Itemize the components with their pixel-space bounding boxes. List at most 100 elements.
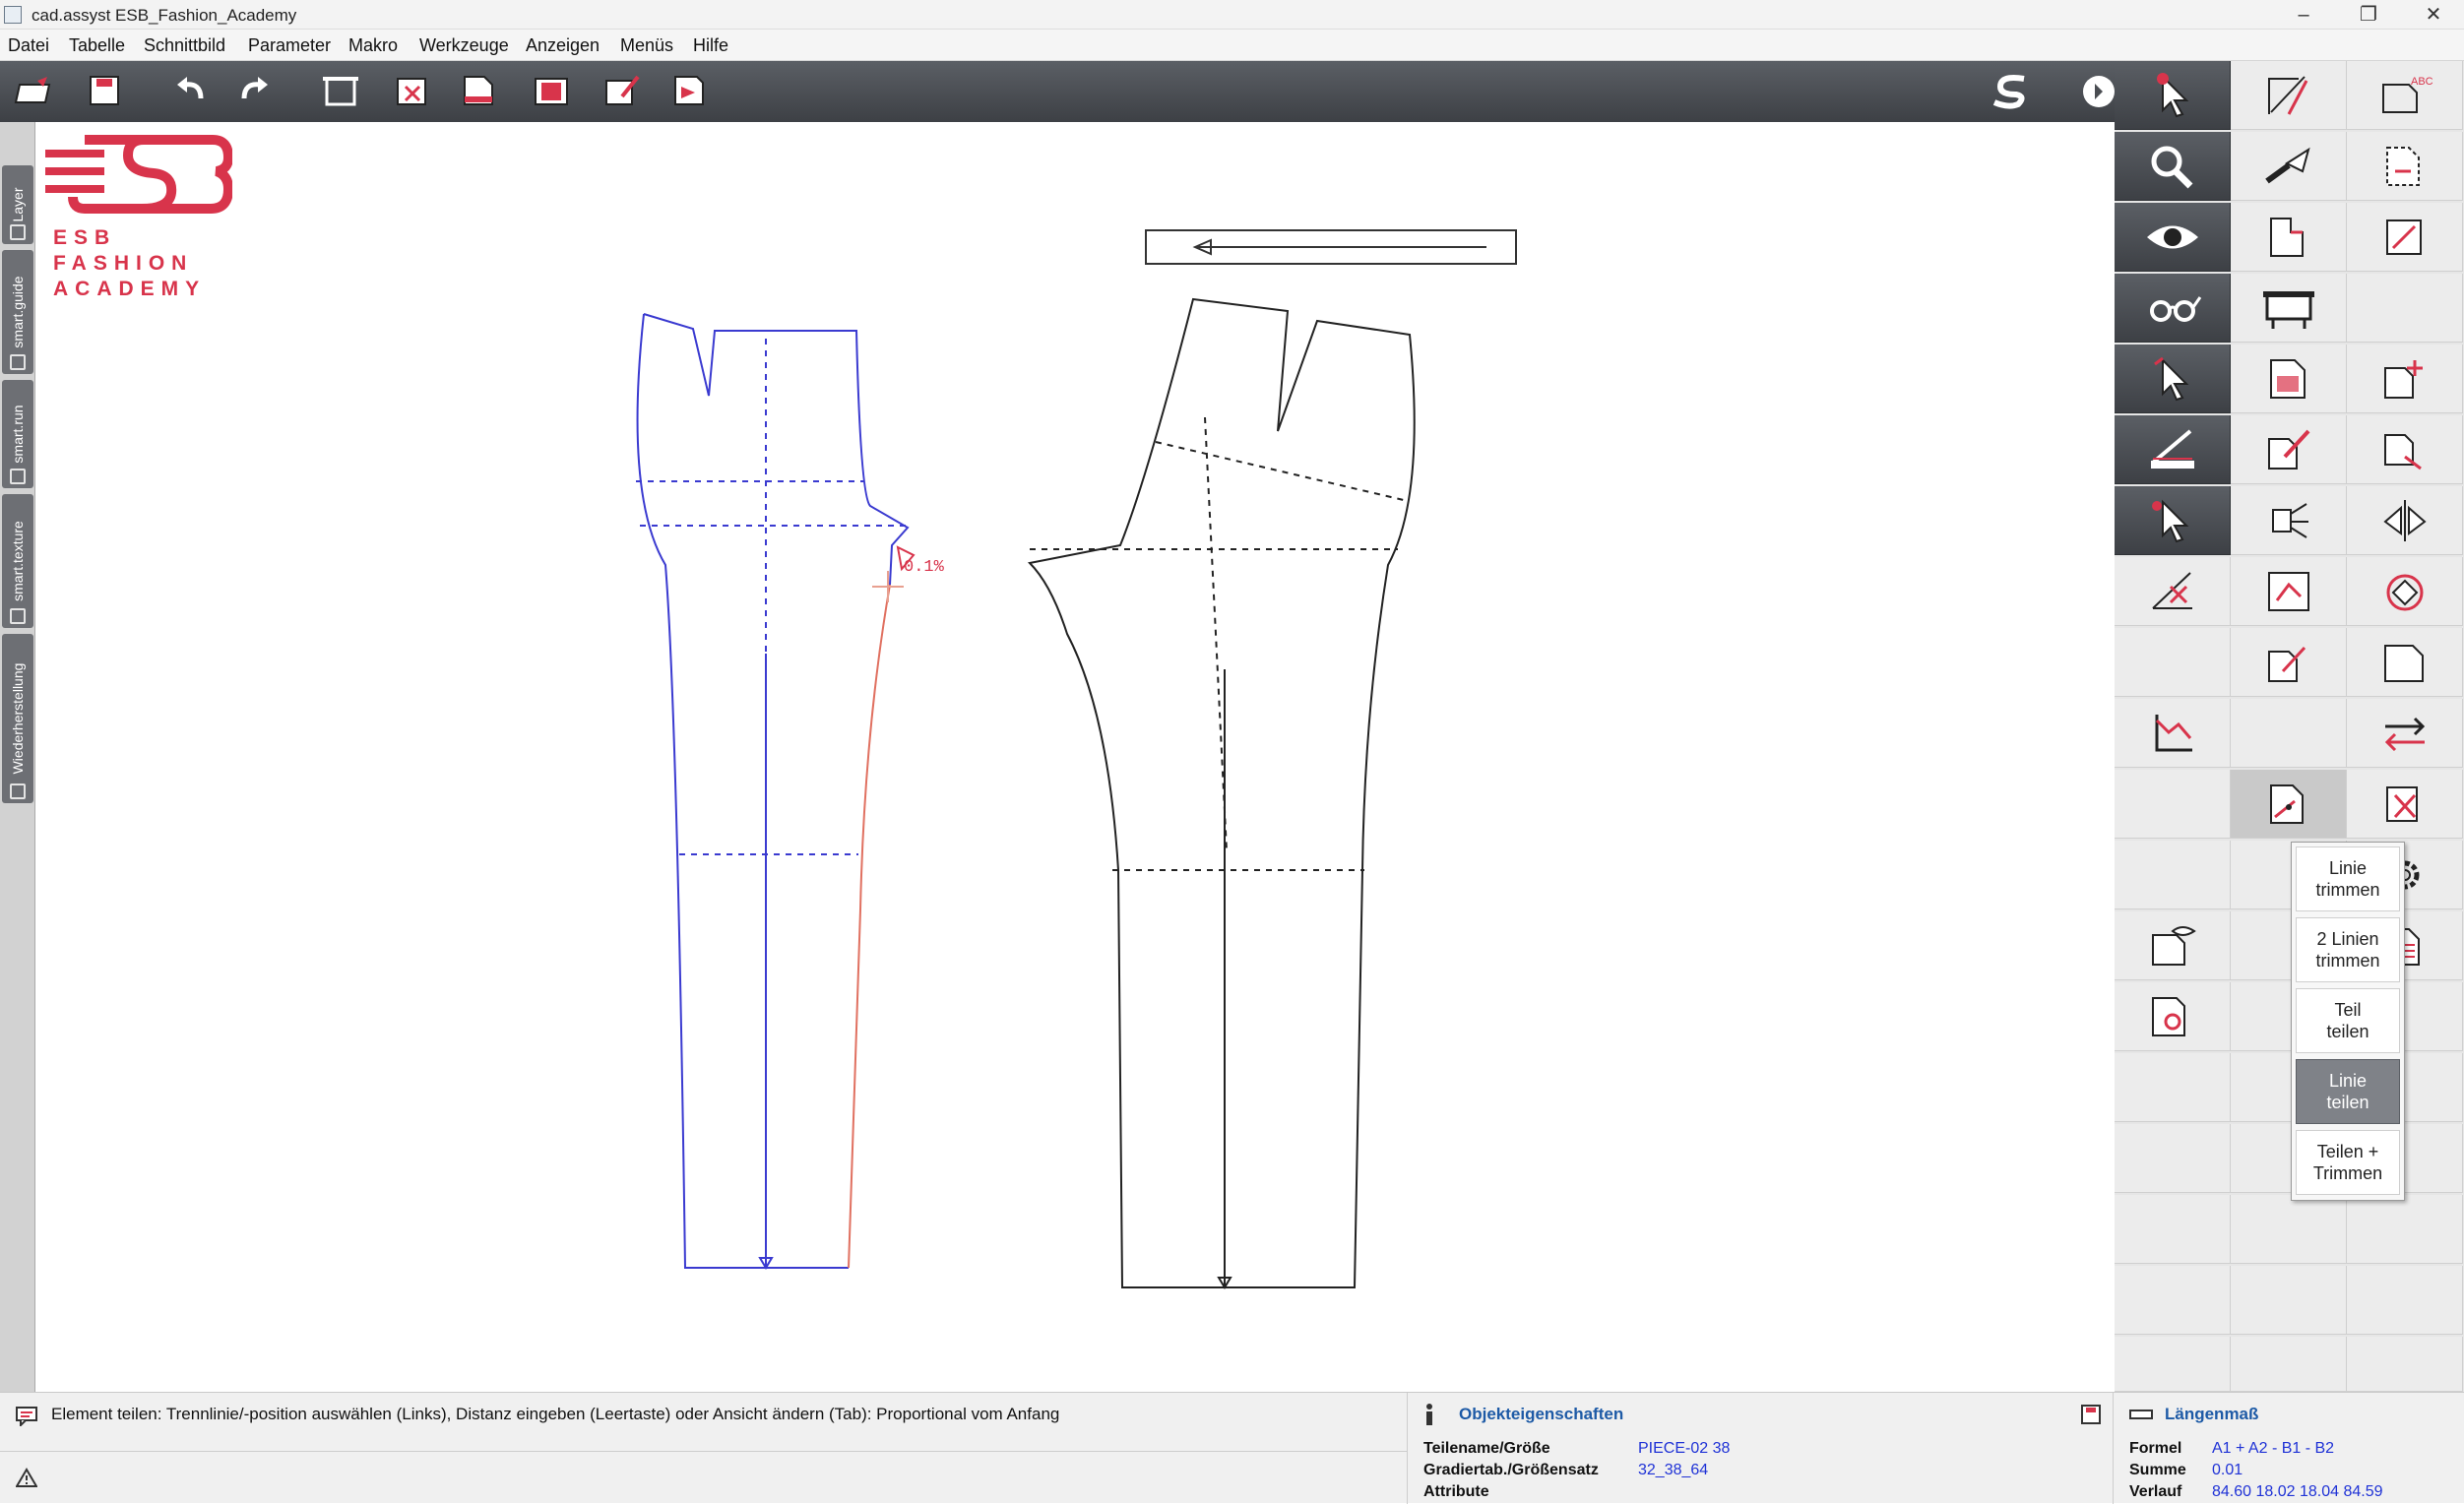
swap-tool[interactable] [2347,699,2463,768]
save-icon [90,76,119,105]
menu-datei[interactable]: Datei [8,35,49,56]
popup-teil-teilen[interactable]: Teil teilen [2296,988,2400,1053]
status-bar: Element teilen: Trennlinie/-position aus… [0,1392,2464,1504]
open-folder-button[interactable] [10,69,57,114]
len-label-verlauf: Verlauf [2129,1483,2182,1500]
tab-smart-texture[interactable]: smart.texture [2,494,33,628]
menu-schnittbild[interactable]: Schnittbild [144,35,225,56]
empty-tool-slot [2115,1124,2231,1193]
brush-icon [2265,147,2310,184]
menu-bar: Datei Tabelle Schnittbild Parameter Makr… [0,30,2464,61]
popup-2-linien-trimmen[interactable]: 2 Linien trimmen [2296,917,2400,982]
close-button[interactable]: ✕ [2404,0,2463,30]
piece-rotate-tool[interactable] [2231,557,2347,626]
swap-arrows-icon [2384,717,2426,752]
plotter-tool[interactable] [2231,274,2347,343]
measure-tool[interactable] [2115,415,2231,484]
panel-toggle-button[interactable] [2071,69,2115,114]
mirror-icon [2383,500,2427,541]
restore-button[interactable]: ❐ [2339,0,2398,30]
front-piece-outline-top[interactable] [643,313,910,586]
smart-logo-button[interactable] [1987,69,2034,114]
piece-table-button[interactable] [455,69,502,114]
piece-scale-tool[interactable] [2347,203,2463,272]
drawing-canvas[interactable]: ESB FASHION ACADEMY 0.1% [35,122,2115,1392]
piece-branch-tool[interactable] [2231,486,2347,555]
menu-parameter[interactable]: Parameter [248,35,331,56]
piece-pen-icon [2268,429,2310,470]
menu-anzeigen[interactable]: Anzeigen [526,35,600,56]
tool-panel: ABC [2115,61,2464,1392]
point-select-tool[interactable] [2115,345,2231,413]
menu-makro[interactable]: Makro [348,35,398,56]
front-piece-split-line[interactable] [848,584,891,1269]
frame-button[interactable] [317,69,364,114]
menu-menues[interactable]: Menüs [620,35,673,56]
corner-tool[interactable] [2115,699,2231,768]
piece-cut-tool[interactable] [2347,770,2463,839]
piece-dashed-tool[interactable] [2347,132,2463,201]
glasses-tool[interactable] [2115,274,2231,343]
piece-fold-tool[interactable] [2347,628,2463,697]
zoom-tool[interactable] [2115,132,2231,201]
menu-werkzeuge[interactable]: Werkzeuge [419,35,509,56]
obj-label-attribute: Attribute [1423,1483,1489,1500]
measure-label: 0.1% [904,558,945,577]
menu-tabelle[interactable]: Tabelle [69,35,125,56]
piece-fold-icon [2384,645,2424,682]
piece-config-tool[interactable] [2115,982,2231,1051]
tab-wiederherstellung[interactable]: Wiederherstellung [2,634,33,803]
piece-view-tool[interactable] [2115,911,2231,980]
modify-point-tool[interactable] [2115,486,2231,555]
save-button[interactable] [81,69,128,114]
table-button[interactable] [528,69,575,114]
tab-smart-guide[interactable]: smart.guide [2,250,33,374]
piece-modify-tool[interactable] [2231,628,2347,697]
empty-tool-slot [2115,628,2231,697]
text-piece-tool[interactable]: ABC [2347,61,2463,130]
piece-table-tool[interactable] [2231,345,2347,413]
front-piece-outline-side[interactable] [636,313,849,1269]
popup-teilen-trimmen[interactable]: Teilen + Trimmen [2296,1130,2400,1195]
piece-edit-tool[interactable] [2231,415,2347,484]
menu-hilfe[interactable]: Hilfe [693,35,728,56]
piece-rotate-icon [2268,572,2309,611]
piece-add-icon [2384,360,2423,399]
empty-tool-slot [2347,274,2463,343]
save-small-icon[interactable] [2081,1405,2101,1424]
length-measure-panel: Längenmaß Formel A1 + A2 - B1 - B2 Summe… [2114,1393,2464,1504]
empty-tool-slot [2347,1266,2463,1335]
delete-piece-button[interactable] [388,69,435,114]
undo-button[interactable] [165,69,213,114]
delete-element-tool[interactable] [2115,557,2231,626]
split-tool[interactable] [2231,770,2347,839]
empty-tool-slot [2115,1195,2231,1264]
redo-button[interactable] [232,69,280,114]
tab-smart-run[interactable]: smart.run [2,380,33,488]
edit-piece-button[interactable] [599,69,646,114]
rotate-piece-tool[interactable] [2347,557,2463,626]
line-tool[interactable] [2231,61,2347,130]
back-piece-centerline [1204,416,1228,851]
popup-linie-trimmen[interactable]: Linie trimmen [2296,846,2400,911]
piece-cut-icon [2386,786,2418,822]
piece-copy-tool[interactable] [2347,415,2463,484]
eye-icon [2147,225,2198,249]
warning-icon[interactable] [16,1468,37,1487]
popup-linie-teilen[interactable]: Linie teilen [2296,1059,2400,1124]
back-piece-outline[interactable] [1027,297,1416,1288]
select-tool[interactable] [2115,61,2231,130]
empty-tool-slot [2115,1053,2231,1122]
tab-layer[interactable]: Layer [2,165,33,244]
minimize-button[interactable]: – [2274,0,2333,30]
export-button[interactable] [665,69,713,114]
piece-add-tool[interactable] [2347,345,2463,413]
restore-icon [10,783,26,799]
view-tool[interactable] [2115,203,2231,272]
piece-scale-icon [2386,219,2422,255]
brush-tool[interactable] [2231,132,2347,201]
window-title: cad.assyst ESB_Fashion_Academy [32,6,297,25]
delete-piece-icon [397,78,426,105]
mirror-tool[interactable] [2347,486,2463,555]
piece-outline-tool[interactable] [2231,203,2347,272]
